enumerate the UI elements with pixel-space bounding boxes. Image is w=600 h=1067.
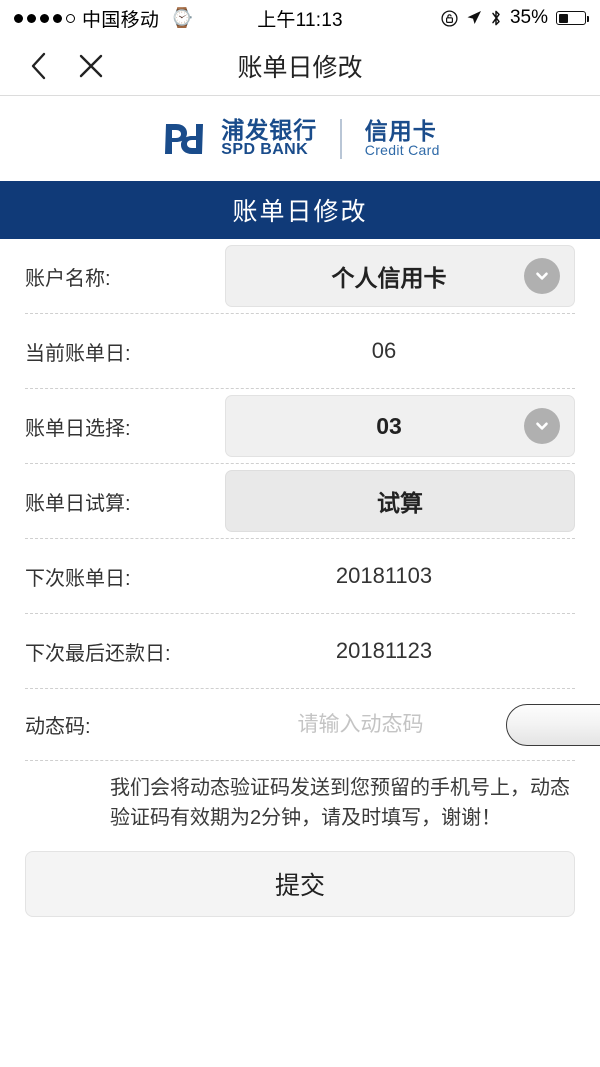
dynamic-code-hint: 我们会将动态验证码发送到您预留的手机号上，动态验证码有效期为2分钟，请及时填写，…	[110, 777, 570, 829]
bank-logo: 浦发银行 SPD BANK 信用卡 Credit Card	[160, 118, 439, 160]
nav-bar: 账单日修改	[0, 36, 600, 96]
row-label: 账户名称:	[25, 267, 111, 290]
signal-dot	[53, 13, 62, 23]
bank-name-en: SPD BANK	[221, 141, 309, 159]
statement-date-value: 03	[376, 412, 402, 439]
battery-icon	[556, 11, 590, 25]
bank-name-cn: 浦发银行	[221, 117, 318, 144]
chevron-down-icon[interactable]	[524, 258, 560, 294]
submit-button[interactable]: 提交	[25, 851, 575, 917]
row-label: 下次账单日:	[25, 567, 131, 590]
row-label: 下次最后还款日:	[25, 642, 171, 665]
section-banner: 账单日修改	[0, 181, 600, 239]
bank-name-block: 浦发银行 SPD BANK	[221, 118, 317, 159]
row-label: 账单日选择:	[25, 417, 131, 440]
row-label: 动态码:	[25, 716, 91, 738]
carrier-name: 中国移动	[82, 9, 160, 31]
row-dynamic-code: 动态码: 获取	[25, 689, 600, 761]
row-next-statement-date: 下次账单日: 20181103	[25, 539, 575, 614]
spd-monogram-icon	[160, 118, 208, 160]
logo-divider	[340, 118, 342, 159]
row-label: 当前账单日:	[25, 342, 131, 365]
status-bar-right: 35%	[343, 7, 590, 29]
trial-calculate-button[interactable]: 试算	[225, 470, 575, 532]
row-label: 账单日试算:	[25, 492, 131, 515]
bluetooth-icon	[490, 9, 502, 27]
row-account-name: 账户名称: 个人信用卡	[25, 239, 575, 314]
close-x-icon[interactable]	[76, 51, 106, 81]
status-bar-time: 上午11:13	[257, 9, 343, 31]
current-statement-date-value: 06	[371, 338, 397, 363]
status-bar-left: 中国移动 ⌚	[14, 5, 257, 32]
location-arrow-icon	[466, 10, 482, 26]
product-name-cn: 信用卡	[364, 118, 437, 145]
section-banner-title: 账单日修改	[232, 198, 368, 226]
bank-logo-band: 浦发银行 SPD BANK 信用卡 Credit Card	[0, 96, 600, 181]
signal-dot	[40, 13, 49, 23]
row-next-repayment-date: 下次最后还款日: 20181123	[25, 614, 575, 689]
signal-dot	[27, 13, 36, 23]
signal-dot	[14, 13, 23, 23]
next-statement-date-value: 20181103	[335, 563, 433, 588]
account-name-value: 个人信用卡	[331, 265, 447, 291]
account-name-select[interactable]: 个人信用卡	[225, 245, 575, 307]
row-statement-date-select: 账单日选择: 03	[25, 389, 575, 464]
dynamic-code-input[interactable]	[225, 712, 506, 737]
rotation-lock-icon	[441, 9, 458, 27]
signal-strength-dots	[14, 13, 75, 23]
product-name-block: 信用卡 Credit Card	[365, 119, 440, 158]
get-code-button[interactable]: 获取	[506, 703, 600, 746]
row-current-statement-date: 当前账单日: 06	[25, 314, 575, 389]
signal-dot-empty	[66, 13, 75, 23]
next-repayment-date-value: 20181123	[335, 638, 433, 663]
nav-bar-actions	[0, 51, 106, 81]
battery-percent: 35%	[509, 7, 549, 28]
network-swirl-icon: ⌚	[170, 8, 194, 29]
row-trial-calculation: 账单日试算: 试算	[25, 464, 575, 539]
chevron-down-icon[interactable]	[524, 408, 560, 444]
statement-date-select[interactable]: 03	[225, 395, 575, 457]
status-bar: 中国移动 ⌚ 上午11:13 35%	[0, 0, 600, 36]
chevron-left-icon[interactable]	[24, 51, 54, 81]
form-body: 账户名称: 个人信用卡 当前账单日: 06 账单日选择: 03 账单日试算: 试…	[0, 239, 600, 761]
submit-area: 提交	[0, 833, 600, 917]
phone-screen: 中国移动 ⌚ 上午11:13 35% 账单日修改 浦发银行 SPD BANK 信…	[0, 0, 600, 1067]
product-name-en: Credit Card	[364, 142, 440, 159]
